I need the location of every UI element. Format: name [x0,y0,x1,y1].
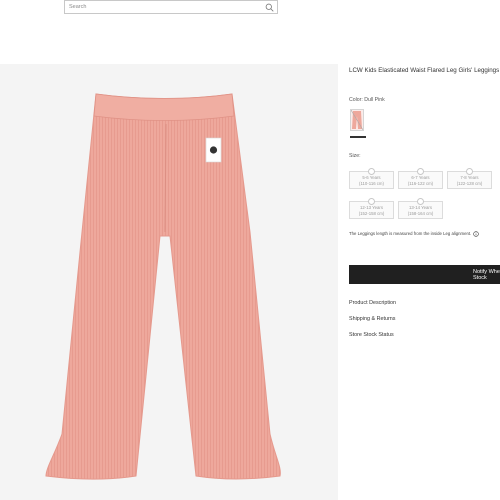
product-title: LCW Kids Elasticated Waist Flared Leg Gi… [349,67,500,74]
selected-swatch-indicator [350,136,366,138]
size-label-years: 13-14 Years [409,205,432,210]
product-image[interactable] [0,64,338,500]
size-label-years: 12-13 Years [360,205,383,210]
search-input[interactable] [69,2,259,12]
size-label-height: (158-164 cm) [407,210,434,216]
size-option[interactable]: 7-8 Years (122-128 cm) [447,168,492,189]
color-label: Color: Dull Pink [349,97,385,103]
size-label: Size: [349,153,361,159]
bell-icon [417,168,424,175]
color-swatch[interactable] [350,109,364,131]
info-icon[interactable] [472,231,479,237]
size-label-years: 6-7 Years [411,175,430,180]
product-description-link[interactable]: Product Description [349,300,396,306]
size-label-height: (122-128 cm) [456,180,483,186]
size-option[interactable]: 13-14 Years (158-164 cm) [398,198,443,219]
search-icon[interactable] [265,3,274,12]
size-label-height: (116-122 cm) [407,180,434,186]
bell-icon [417,198,424,205]
swatch-leggings-icon [350,109,364,131]
size-label-years: 7-8 Years [460,175,479,180]
size-option[interactable]: 6-7 Years (116-122 cm) [398,168,443,189]
product-info: LCW Kids Elasticated Waist Flared Leg Gi… [349,64,500,500]
search-box[interactable] [64,0,278,14]
size-option[interactable]: 12-13 Years (152-158 cm) [349,198,394,219]
bell-icon [368,198,375,205]
bell-icon [368,168,375,175]
length-note-text: The Leggings length is measured from the… [349,231,472,237]
store-stock-status-link[interactable]: Store Stock Status [349,332,394,338]
size-label-height: (110-116 cm) [359,180,384,186]
size-label-height: (152-158 cm) [358,210,385,216]
leggings-image [45,93,281,480]
bell-icon [466,168,473,175]
size-option[interactable]: 5-6 Years (110-116 cm) [349,168,394,189]
notify-when-in-stock-button[interactable]: Notify When In Stock [349,265,500,284]
size-label-years: 5-6 Years [362,175,381,180]
length-note: The Leggings length is measured from the… [349,231,479,237]
shipping-returns-link[interactable]: Shipping & Returns [349,316,395,322]
